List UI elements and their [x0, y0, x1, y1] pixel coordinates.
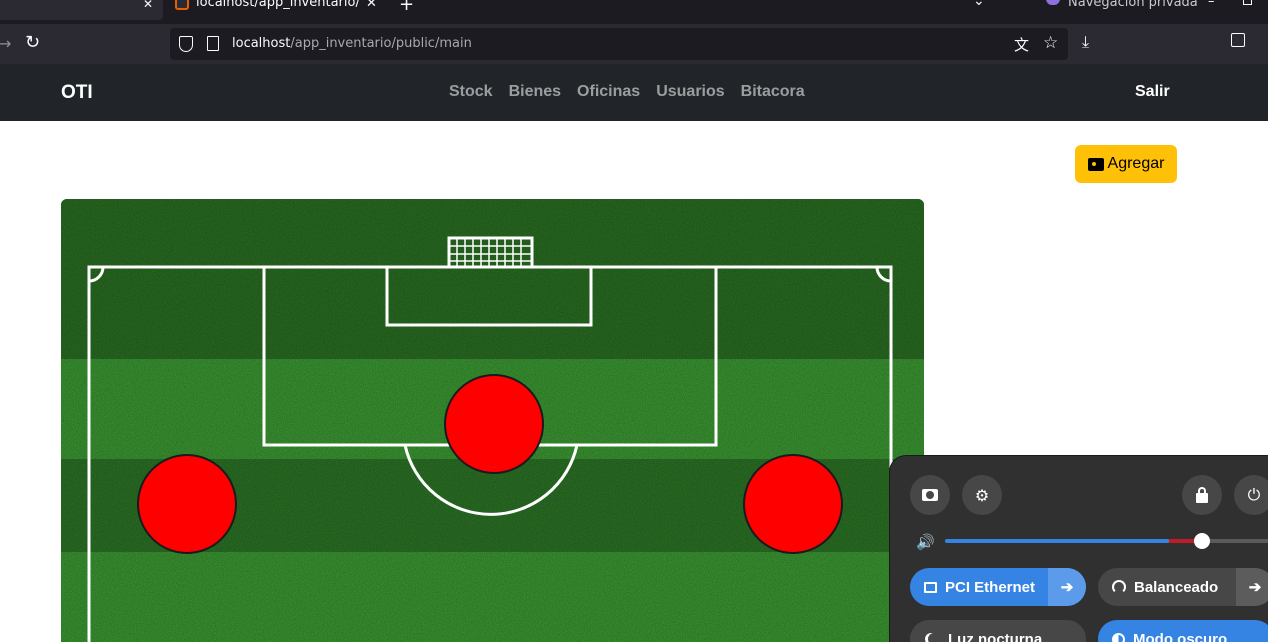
lock-icon — [1196, 486, 1208, 503]
toggle-power-profile-main[interactable]: Balanceado — [1098, 568, 1236, 606]
add-button-label: Agregar — [1107, 155, 1165, 172]
player-marker — [743, 454, 843, 554]
toggle-ethernet-label: PCI Ethernet — [945, 578, 1036, 596]
toggle-night-light-label: Luz nocturna — [948, 630, 1043, 642]
volume-slider-fill — [945, 539, 1169, 543]
nav-item-oficinas[interactable]: Oficinas — [569, 83, 648, 101]
toggle-power-profile-label: Balanceado — [1134, 578, 1219, 596]
toggle-ethernet[interactable]: PCI Ethernet ➔ — [910, 568, 1086, 606]
private-browsing-icon — [1046, 0, 1060, 5]
camera-icon — [922, 489, 938, 501]
url-text[interactable]: localhost/app_inventario/public/main — [232, 36, 472, 51]
toggle-night-light[interactable]: Luz nocturna — [910, 620, 1086, 642]
url-path: /app_inventario/public/main — [290, 36, 472, 51]
minimize-icon[interactable]: – — [1208, 0, 1215, 9]
toggle-dark-mode[interactable]: Modo oscuro — [1098, 620, 1268, 642]
nav-item-usuarios[interactable]: Usuarios — [648, 83, 732, 101]
close-icon[interactable]: ✕ — [143, 0, 153, 10]
reload-icon[interactable]: ↻ — [25, 32, 40, 53]
download-icon[interactable]: ⤓ — [1082, 32, 1089, 52]
add-button[interactable]: Agregar — [1075, 145, 1177, 183]
toggle-night-light-main[interactable]: Luz nocturna — [910, 620, 1042, 642]
power-profile-icon — [1112, 580, 1126, 594]
soccer-field-svg — [61, 199, 924, 642]
private-browsing-label: Navegación privada — [1068, 0, 1198, 10]
volume-slider[interactable] — [945, 533, 1268, 549]
site-favicon-icon — [175, 0, 189, 10]
toggle-dark-mode-main[interactable]: Modo oscuro — [1098, 620, 1227, 642]
toggle-dark-mode-label: Modo oscuro — [1133, 630, 1228, 642]
chevron-down-icon[interactable]: ⌄ — [973, 0, 985, 9]
settings-button[interactable]: ⚙ — [962, 475, 1002, 515]
ethernet-icon — [924, 581, 937, 593]
extensions-icon[interactable] — [1231, 33, 1245, 47]
dark-mode-icon — [1112, 632, 1125, 642]
arrow-right-icon[interactable]: ➔ — [1236, 568, 1268, 606]
browser-tab-previous[interactable]: ✕ — [0, 0, 163, 20]
url-host: localhost — [232, 36, 291, 51]
logout-link[interactable]: Salir — [1135, 83, 1170, 101]
arrow-right-icon[interactable]: ➔ — [1048, 568, 1086, 606]
main-menu: Stock Bienes Oficinas Usuarios Bitacora — [441, 83, 813, 101]
url-bar[interactable]: localhost/app_inventario/public/main 文 ☆ — [170, 28, 1068, 60]
night-light-icon — [928, 633, 940, 642]
lock-button[interactable] — [1182, 475, 1222, 515]
brand-logo[interactable]: OTI — [61, 82, 93, 104]
browser-tab-active[interactable]: localhost/app_inventario/public/main ✕ — [165, 0, 385, 20]
volume-slider-knob[interactable] — [1194, 533, 1210, 549]
nav-item-bienes[interactable]: Bienes — [501, 83, 569, 101]
power-icon: ⏻ — [1247, 485, 1261, 504]
soccer-field-image — [61, 199, 924, 642]
volume-icon[interactable]: 🔊 — [916, 533, 935, 551]
close-icon[interactable]: ✕ — [366, 0, 377, 11]
player-marker — [444, 374, 544, 474]
screenshot-button[interactable] — [910, 475, 950, 515]
nav-item-stock[interactable]: Stock — [441, 83, 501, 101]
toggle-power-profile[interactable]: Balanceado ➔ — [1098, 568, 1268, 606]
site-navbar: OTI Stock Bienes Oficinas Usuarios Bitac… — [0, 64, 1268, 121]
player-marker — [137, 454, 237, 554]
page-info-icon[interactable] — [207, 36, 219, 51]
browser-toolbar: → ↻ localhost/app_inventario/public/main… — [0, 24, 1268, 64]
translate-icon[interactable]: 文 — [1014, 34, 1029, 55]
new-tab-icon[interactable]: + — [399, 0, 414, 15]
quick-settings-panel: ⚙ ⏻ 🔊 PCI Ethernet ➔ Balanceado ➔ Luz no… — [890, 456, 1268, 642]
gear-icon: ⚙ — [974, 485, 990, 505]
bookmark-star-icon[interactable]: ☆ — [1043, 33, 1058, 53]
nav-item-bitacora[interactable]: Bitacora — [733, 83, 813, 101]
image-icon — [1087, 157, 1104, 171]
browser-tab-strip: ✕ localhost/app_inventario/public/main ✕… — [0, 0, 1268, 24]
tab-title: localhost/app_inventario/public/main — [196, 0, 361, 10]
maximize-icon[interactable] — [1243, 0, 1252, 5]
toggle-ethernet-main[interactable]: PCI Ethernet — [910, 568, 1048, 606]
tracking-protection-icon[interactable] — [179, 36, 193, 52]
power-button[interactable]: ⏻ — [1234, 475, 1268, 515]
forward-icon[interactable]: → — [0, 34, 11, 53]
